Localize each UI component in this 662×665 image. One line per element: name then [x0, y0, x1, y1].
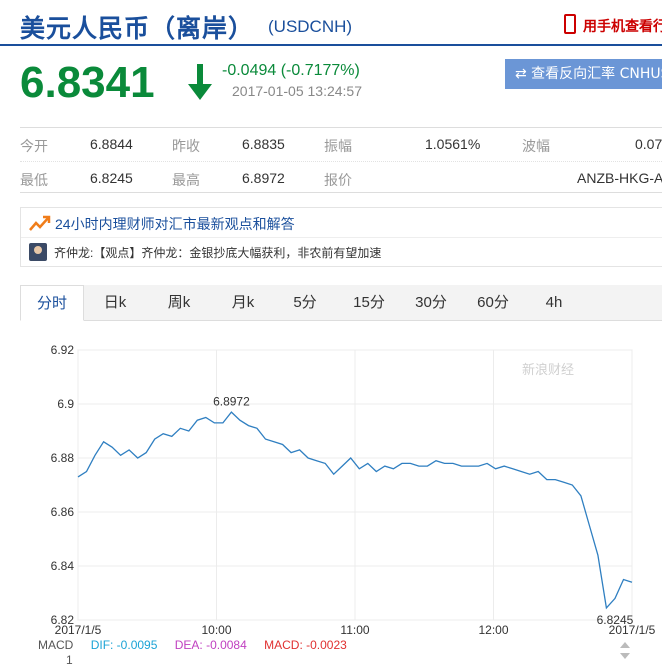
- title-bar: 美元人民币（离岸） (USDCNH) 用手机查看行: [0, 0, 662, 46]
- avatar: [29, 243, 47, 261]
- chart-y-tick-label: 6.88: [51, 451, 75, 465]
- tab-30min[interactable]: 30分: [406, 285, 456, 321]
- stat-label-prev-close: 昨收: [172, 138, 200, 154]
- stat-label-low: 最低: [20, 172, 48, 188]
- macd-value: MACD: -0.0023: [264, 638, 347, 652]
- stat-value-low: 6.8245: [90, 170, 133, 186]
- mobile-view-link[interactable]: 用手机查看行: [583, 16, 662, 36]
- tab-daily-k[interactable]: 日k: [92, 285, 138, 321]
- current-price: 6.8341: [20, 58, 155, 107]
- tab-15min[interactable]: 15分: [344, 285, 394, 321]
- down-arrow-icon: [188, 64, 212, 100]
- macd-legend: MACD DIF: -0.0095 DEA: -0.0084 MACD: -0.…: [38, 638, 361, 652]
- macd-axis-label: 1: [66, 653, 73, 665]
- quote-panel: 6.8341 -0.0494 (-0.7177%) 2017-01-05 13:…: [0, 50, 662, 120]
- macd-dea: DEA: -0.0084: [174, 638, 247, 652]
- stat-label-quote-source: 报价: [324, 172, 352, 188]
- price-change: -0.0494 (-0.7177%): [222, 62, 360, 79]
- stat-label-open: 今开: [20, 138, 48, 154]
- news-item-text[interactable]: 齐仲龙:【观点】齐仲龙：金银抄底大幅获利，非农前有望加速: [54, 244, 381, 261]
- chart-y-tick-label: 6.84: [51, 559, 75, 573]
- news-item[interactable]: 齐仲龙:【观点】齐仲龙：金银抄底大幅获利，非农前有望加速: [21, 238, 662, 266]
- chart-y-tick-label: 6.86: [51, 505, 75, 519]
- tab-4h[interactable]: 4h: [532, 285, 576, 321]
- quote-time: 2017-01-05 13:24:57: [232, 83, 362, 99]
- stat-value-volatility: 0.07: [635, 136, 662, 152]
- chart-period-tabs: 分时 日k 周k 月k 5分 15分 30分 60分 4h: [20, 285, 662, 321]
- scroll-arrows-icon[interactable]: [618, 640, 632, 662]
- news-headline[interactable]: 24小时内理财师对汇市最新观点和解答: [55, 214, 295, 234]
- chart-x-tick-label: 2017/1/5: [55, 623, 102, 637]
- stat-value-high: 6.8972: [242, 170, 285, 186]
- stats-row: 最低 6.8245 最高 6.8972 报价 ANZB-HKG-A: [20, 161, 662, 194]
- tab-60min[interactable]: 60分: [468, 285, 518, 321]
- stats-table: 今开 6.8844 昨收 6.8835 振幅 1.0561% 波幅 0.07 最…: [20, 127, 662, 193]
- stat-label-volatility: 波幅: [522, 138, 550, 154]
- tab-5min[interactable]: 5分: [282, 285, 328, 321]
- reverse-rate-button[interactable]: ⇄ 查看反向汇率 CNHUSD: [505, 59, 662, 89]
- macd-dif: DIF: -0.0095: [90, 638, 158, 652]
- stats-row: 今开 6.8844 昨收 6.8835 振幅 1.0561% 波幅 0.07: [20, 128, 662, 161]
- stat-value-quote-source: ANZB-HKG-A: [577, 170, 662, 186]
- stat-label-amplitude: 振幅: [324, 138, 352, 154]
- stat-value-amplitude: 1.0561%: [425, 136, 481, 152]
- chart-y-tick-label: 6.9: [57, 397, 74, 411]
- mobile-phone-icon[interactable]: [564, 14, 576, 34]
- tab-weekly-k[interactable]: 周k: [154, 285, 204, 321]
- chart-canvas[interactable]: 6.926.96.886.866.846.822017/1/5 10:00 11:0…: [0, 330, 662, 640]
- stat-value-prev-close: 6.8835: [242, 136, 285, 152]
- news-header[interactable]: 24小时内理财师对汇市最新观点和解答: [21, 208, 662, 238]
- tab-monthly-k[interactable]: 月k: [218, 285, 268, 321]
- stat-value-open: 6.8844: [90, 136, 133, 152]
- tab-timeshare[interactable]: 分时: [20, 285, 84, 321]
- news-box: 24小时内理财师对汇市最新观点和解答 齐仲龙:【观点】齐仲龙：金银抄底大幅获利，…: [20, 207, 662, 267]
- chart-y-tick-label: 6.92: [51, 343, 75, 357]
- chart-x-tick-label: 12:00: [478, 623, 508, 637]
- stat-label-high: 最高: [172, 172, 200, 188]
- chart-x-tick-label: 11:00: [340, 623, 369, 637]
- symbol-code: (USDCNH): [268, 17, 353, 36]
- price-chart[interactable]: 6.92 6.9 6.88 6.86 6.84 6.82 2017/1/5 10:00 11:0…: [0, 330, 662, 665]
- chart-watermark: 新浪财经: [522, 362, 574, 378]
- chart-annotation-label: 6.8972: [213, 395, 250, 409]
- chart-annotation-label: 6.8245: [597, 613, 634, 627]
- chart-x-tick-label: 10:00: [201, 623, 231, 637]
- macd-title: MACD: [38, 638, 74, 652]
- trend-up-icon: [29, 215, 51, 231]
- page-title: 美元人民币（离岸）: [20, 14, 255, 43]
